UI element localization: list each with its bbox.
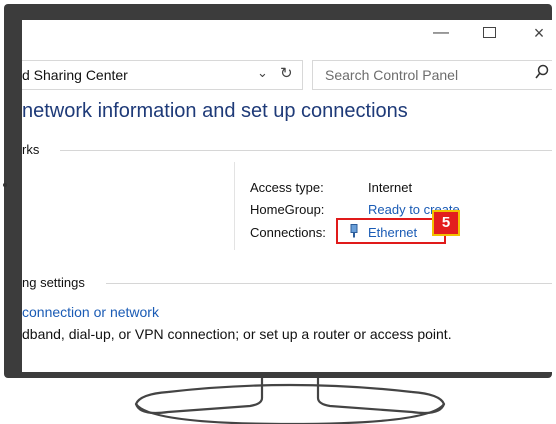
refresh-icon[interactable]: ↻ xyxy=(280,64,293,82)
section-divider xyxy=(60,150,552,151)
homegroup-label: HomeGroup: xyxy=(250,202,325,217)
setup-connection-link[interactable]: connection or network xyxy=(22,304,159,320)
vertical-divider xyxy=(234,162,235,250)
step-badge: 5 xyxy=(432,210,460,236)
search-input[interactable]: Search Control Panel xyxy=(312,60,552,90)
close-button[interactable]: × xyxy=(528,24,550,42)
maximize-icon xyxy=(482,27,496,39)
monitor-illustration: — × d Sharing Center ⌄ ↻ Search Control … xyxy=(0,0,556,424)
setup-connection-description: dband, dial-up, or VPN connection; or se… xyxy=(22,326,452,342)
page-title: network information and set up connectio… xyxy=(22,100,408,122)
address-bar: d Sharing Center ⌄ ↻ Search Control Pane… xyxy=(22,60,552,90)
pointer-dot xyxy=(3,183,7,187)
access-type-value: Internet xyxy=(368,180,413,195)
active-networks-heading: rks xyxy=(22,142,40,157)
section-divider xyxy=(106,283,552,284)
maximize-button[interactable] xyxy=(478,24,500,42)
search-icon[interactable] xyxy=(535,64,549,80)
breadcrumb[interactable]: d Sharing Center ⌄ ↻ xyxy=(22,60,303,90)
connections-label: Connections: xyxy=(250,225,326,240)
search-placeholder: Search Control Panel xyxy=(325,67,459,83)
control-panel-window: — × d Sharing Center ⌄ ↻ Search Control … xyxy=(22,20,552,372)
minimize-button[interactable]: — xyxy=(430,24,452,42)
monitor-bezel: — × d Sharing Center ⌄ ↻ Search Control … xyxy=(4,4,552,378)
access-type-label: Access type: xyxy=(250,180,324,195)
breadcrumb-text: d Sharing Center xyxy=(22,67,128,83)
chevron-down-icon[interactable]: ⌄ xyxy=(257,65,268,81)
highlight-box xyxy=(336,218,446,244)
title-bar: — × xyxy=(22,20,552,58)
networking-settings-heading: ng settings xyxy=(22,275,85,290)
